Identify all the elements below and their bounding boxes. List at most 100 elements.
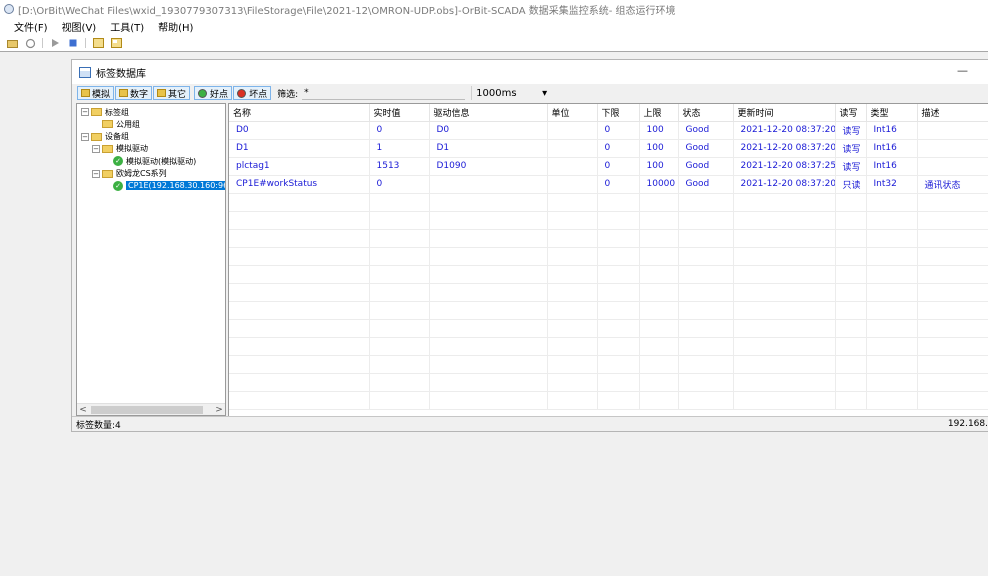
- table-row[interactable]: D0 0 D0 0 100 Good 2021-12-20 08:37:20 读写 Int16: [229, 121, 988, 140]
- folder-icon: [91, 108, 102, 116]
- filter-digital-button[interactable]: 数字: [115, 86, 153, 100]
- app-icon: [4, 4, 14, 14]
- column-header[interactable]: 实时值: [369, 104, 430, 122]
- empty-cell: [866, 337, 918, 356]
- table-cell: [917, 157, 988, 176]
- empty-row: [229, 355, 988, 374]
- column-header[interactable]: 更新时间: [733, 104, 836, 122]
- table-cell: 2021-12-20 08:37:20: [733, 121, 836, 140]
- column-header[interactable]: 驱动信息: [429, 104, 548, 122]
- quality-filter-group: 好点 坏点: [194, 86, 272, 100]
- empty-cell: [547, 355, 598, 374]
- scroll-thumb[interactable]: [91, 406, 203, 414]
- column-header[interactable]: 单位: [547, 104, 598, 122]
- menu-help[interactable]: 帮助(H): [158, 19, 193, 34]
- table-cell: D1090: [429, 157, 548, 176]
- table-row[interactable]: plctag1 1513 D1090 0 100 Good 2021-12-20 08:37…: [229, 157, 988, 176]
- scroll-left-icon[interactable]: <: [77, 404, 89, 415]
- filter-analog-label: 模拟: [92, 89, 111, 100]
- table-cell: Int16: [866, 157, 918, 176]
- tree-node-label: 标签组: [105, 107, 129, 117]
- table-cell: [547, 139, 598, 158]
- menu-file[interactable]: 文件(F): [14, 19, 48, 34]
- menu-view[interactable]: 视图(V): [62, 19, 97, 34]
- column-header[interactable]: 类型: [866, 104, 918, 122]
- filter-input[interactable]: [302, 86, 466, 100]
- empty-cell: [597, 319, 640, 338]
- tree-node[interactable]: 公用组: [92, 118, 140, 130]
- empty-cell: [229, 301, 370, 320]
- empty-cell: [369, 211, 430, 230]
- empty-cell: [429, 337, 548, 356]
- filter-other-button[interactable]: 其它: [153, 86, 191, 100]
- tree-node[interactable]: ✓ CP1E(192.168.30.160:96: [103, 180, 225, 192]
- table-row[interactable]: D1 1 D1 0 100 Good 2021-12-20 08:37:20 读写 Int16: [229, 139, 988, 158]
- table-cell: 100: [639, 121, 679, 140]
- empty-cell: [866, 319, 918, 338]
- tree-node[interactable]: − 欧姆龙CS系列: [92, 168, 167, 180]
- open-icon[interactable]: [6, 37, 18, 49]
- empty-cell: [678, 265, 734, 284]
- empty-cell: [639, 211, 679, 230]
- empty-cell: [678, 373, 734, 392]
- empty-cell: [547, 319, 598, 338]
- filter-bad-button[interactable]: 坏点: [233, 86, 272, 100]
- refresh-interval-select[interactable]: 1000ms ▾: [471, 86, 551, 100]
- menu-tools[interactable]: 工具(T): [110, 19, 144, 34]
- tree-node[interactable]: − 标签组: [81, 106, 129, 118]
- tree-expander-icon[interactable]: −: [92, 169, 100, 178]
- tree-node[interactable]: − 设备组: [81, 131, 129, 143]
- empty-cell: [678, 391, 734, 410]
- empty-cell: [639, 337, 679, 356]
- table-cell: 2021-12-20 08:37:20: [733, 175, 836, 194]
- tag-database-icon[interactable]: [92, 37, 104, 49]
- refresh-icon[interactable]: [24, 37, 36, 49]
- empty-cell: [678, 301, 734, 320]
- table-cell: 0: [597, 121, 640, 140]
- column-header[interactable]: 读写: [835, 104, 867, 122]
- tag-group-tree[interactable]: − 标签组 公用组 − 设备组 − 模拟驱动 ✓ 模拟驱动(模拟驱动) − 欧姆龙CS系列 ✓ CP1E…: [76, 103, 226, 416]
- window-icon[interactable]: [110, 37, 122, 49]
- table-cell: [547, 121, 598, 140]
- empty-cell: [639, 319, 679, 338]
- empty-cell: [733, 373, 836, 392]
- filter-analog-button[interactable]: 模拟: [77, 86, 115, 100]
- stop-icon[interactable]: [67, 37, 79, 49]
- empty-cell: [835, 373, 867, 392]
- tree-expander-icon[interactable]: −: [81, 132, 89, 141]
- table-cell: 0: [597, 157, 640, 176]
- empty-cell: [835, 283, 867, 302]
- tree-node[interactable]: ✓ 模拟驱动(模拟驱动): [103, 155, 196, 167]
- table-cell: 只读: [835, 175, 867, 194]
- tree-node[interactable]: − 模拟驱动: [92, 143, 148, 155]
- empty-cell: [733, 229, 836, 248]
- empty-cell: [639, 229, 679, 248]
- empty-cell: [835, 319, 867, 338]
- column-header[interactable]: 描述: [917, 104, 988, 122]
- table-row[interactable]: CP1E#workStatus 0 0 10000 Good 2021-12-20 08:…: [229, 175, 988, 194]
- column-header[interactable]: 上限: [639, 104, 679, 122]
- run-icon[interactable]: [49, 37, 61, 49]
- table-cell: 读写: [835, 157, 867, 176]
- scroll-right-icon[interactable]: >: [213, 404, 225, 415]
- empty-cell: [547, 247, 598, 266]
- filter-good-button[interactable]: 好点: [194, 86, 233, 100]
- empty-cell: [917, 229, 988, 248]
- tag-database-titlebar: 标签数据库 —: [72, 60, 988, 84]
- empty-cell: [369, 391, 430, 410]
- minimize-button[interactable]: —: [957, 64, 968, 77]
- tree-expander-icon[interactable]: −: [81, 108, 89, 116]
- column-header[interactable]: 下限: [597, 104, 640, 122]
- tree-horizontal-scrollbar[interactable]: < >: [77, 403, 225, 415]
- empty-cell: [597, 301, 640, 320]
- table-cell: CP1E#workStatus: [229, 175, 370, 194]
- empty-cell: [678, 355, 734, 374]
- table-cell: 0: [597, 139, 640, 158]
- tree-expander-icon[interactable]: −: [92, 144, 100, 153]
- empty-cell: [733, 319, 836, 338]
- column-header[interactable]: 状态: [678, 104, 734, 122]
- filter-bad-label: 坏点: [249, 89, 268, 100]
- column-header[interactable]: 名称: [229, 104, 370, 122]
- digital-icon: [119, 89, 129, 97]
- connection-ip: 192.168.: [947, 419, 988, 429]
